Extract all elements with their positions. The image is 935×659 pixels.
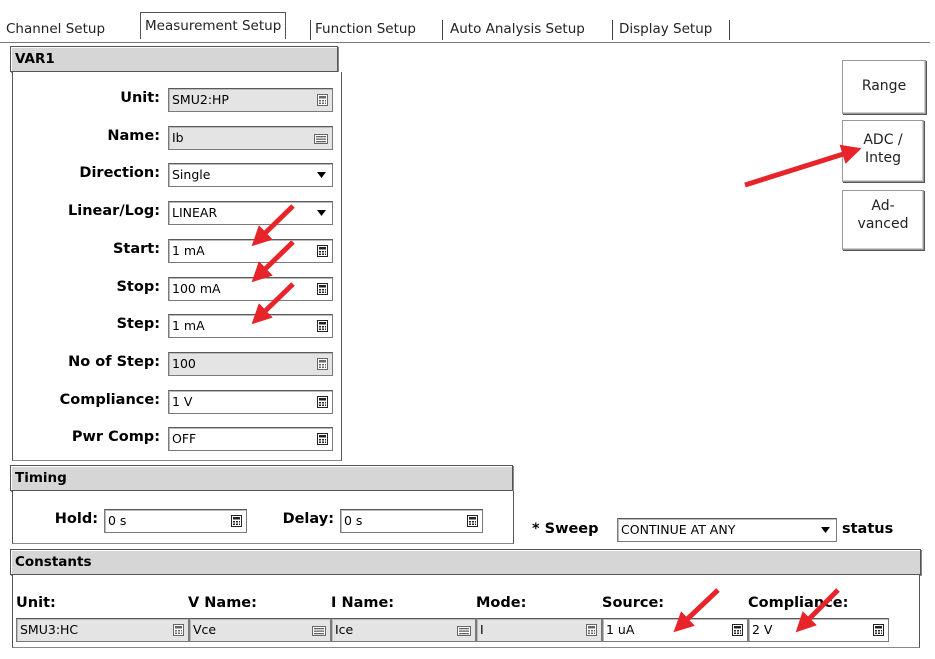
constants-source-value: 1 uA — [606, 622, 635, 637]
constants-header: Constants — [10, 549, 921, 575]
chevron-down-icon[interactable] — [817, 520, 835, 540]
advanced-button[interactable]: Ad- vanced — [842, 190, 924, 250]
tab-separator — [442, 20, 443, 40]
range-button-label: Range — [861, 78, 907, 94]
calculator-icon[interactable] — [317, 320, 328, 333]
constants-unit-field[interactable]: SMU3:HC — [16, 618, 189, 642]
var1-linear-log-value: LINEAR — [172, 205, 218, 221]
constants-v-name-field[interactable]: Vce — [189, 618, 331, 642]
tab-channel-setup[interactable]: Channel Setup — [6, 16, 105, 42]
chevron-down-icon[interactable] — [313, 203, 331, 224]
var1-name-field[interactable]: Ib — [168, 125, 333, 150]
keyboard-icon[interactable] — [312, 625, 326, 637]
tab-separator — [729, 20, 730, 40]
arrow-to-adc-integ — [744, 144, 862, 188]
sweep-status-dropdown[interactable]: CONTINUE AT ANY — [617, 518, 837, 542]
var1-start-label: Start: — [112, 240, 160, 257]
constants-header-i-name: I Name: — [331, 595, 395, 611]
var1-header: VAR1 — [10, 46, 338, 72]
var1-no-of-step-field[interactable]: 100 — [168, 351, 333, 376]
var1-pwr-comp-label: Pwr Comp: — [71, 429, 160, 446]
var1-step-label: Step: — [116, 316, 160, 333]
var1-compliance-value: 1 V — [172, 393, 193, 409]
var1-stop-value: 100 mA — [172, 280, 221, 296]
tab-separator — [310, 20, 311, 40]
calculator-icon[interactable] — [732, 624, 743, 636]
constants-source-field[interactable]: 1 uA — [602, 618, 748, 642]
keyboard-icon[interactable] — [314, 133, 328, 145]
tab-display-setup[interactable]: Display Setup — [619, 16, 712, 42]
range-button[interactable]: Range — [842, 60, 926, 114]
var1-compliance-field[interactable]: 1 V — [168, 389, 333, 414]
constants-i-name-value: Ice — [335, 622, 354, 637]
delay-field[interactable]: 0 s — [340, 509, 483, 533]
hold-label: Hold: — [54, 511, 98, 527]
var1-unit-label: Unit: — [120, 90, 160, 106]
tab-separator — [612, 20, 613, 40]
calculator-icon[interactable] — [586, 624, 597, 636]
calculator-icon[interactable] — [467, 515, 478, 527]
constants-v-name-value: Vce — [193, 622, 217, 637]
var1-stop-field[interactable]: 100 mA — [168, 276, 333, 301]
adc-integ-button[interactable]: ADC / Integ — [842, 120, 924, 182]
calculator-icon[interactable] — [873, 624, 884, 636]
var1-name-value: Ib — [172, 129, 184, 145]
calculator-icon[interactable] — [317, 433, 328, 446]
constants-compliance-value: 2 V — [752, 622, 773, 637]
var1-start-value: 1 mA — [172, 242, 205, 258]
adc-integ-button-label: ADC / Integ — [863, 132, 903, 166]
tab-bar: Channel Setup Measurement Setup Function… — [0, 8, 935, 42]
calculator-icon[interactable] — [173, 624, 184, 636]
delay-value: 0 s — [344, 513, 363, 528]
var1-linear-log-dropdown[interactable]: LINEAR — [168, 201, 333, 226]
delay-label: Delay: — [282, 511, 334, 527]
constants-i-name-field[interactable]: Ice — [331, 618, 476, 642]
var1-compliance-label: Compliance: — [59, 391, 160, 408]
calculator-icon[interactable] — [317, 282, 328, 295]
tab-measurement-setup[interactable]: Measurement Setup — [140, 12, 287, 39]
var1-unit-field[interactable]: SMU2:HP — [168, 88, 333, 112]
constants-mode-value: I — [480, 622, 484, 637]
var1-step-value: 1 mA — [172, 318, 205, 334]
constants-unit-value: SMU3:HC — [20, 622, 79, 637]
constants-compliance-field[interactable]: 2 V — [748, 618, 889, 642]
constants-header-source: Source: — [602, 595, 665, 611]
chevron-down-icon[interactable] — [313, 165, 331, 186]
var1-step-field[interactable]: 1 mA — [168, 314, 333, 339]
var1-direction-label: Direction: — [79, 165, 160, 182]
keyboard-icon[interactable] — [457, 625, 471, 637]
sweep-label: * Sweep — [532, 521, 599, 537]
tab-underline — [0, 42, 930, 43]
var1-direction-dropdown[interactable]: Single — [168, 163, 333, 188]
constants-mode-field[interactable]: I — [476, 618, 602, 642]
var1-no-of-step-value: 100 — [172, 355, 196, 371]
timing-header: Timing — [10, 465, 513, 491]
sweep-status-value: CONTINUE AT ANY — [621, 522, 736, 537]
status-label: status — [842, 521, 894, 537]
var1-pwr-comp-field[interactable]: OFF — [168, 427, 333, 452]
calculator-icon[interactable] — [231, 515, 242, 527]
calculator-icon[interactable] — [317, 244, 328, 257]
constants-header-mode: Mode: — [476, 595, 527, 611]
calculator-icon[interactable] — [317, 94, 328, 106]
var1-linear-log-label: Linear/Log: — [68, 203, 160, 220]
constants-header-compliance: Compliance: — [748, 595, 849, 611]
var1-name-label: Name: — [107, 127, 160, 144]
hold-field[interactable]: 0 s — [104, 509, 247, 533]
var1-pwr-comp-value: OFF — [172, 431, 197, 447]
tab-function-setup[interactable]: Function Setup — [315, 16, 416, 42]
var1-start-field[interactable]: 1 mA — [168, 238, 333, 263]
var1-unit-value: SMU2:HP — [172, 92, 229, 107]
hold-value: 0 s — [108, 513, 127, 528]
constants-header-unit: Unit: — [16, 595, 56, 611]
calculator-icon[interactable] — [317, 357, 328, 370]
constants-header-v-name: V Name: — [188, 595, 257, 611]
tab-auto-analysis-setup[interactable]: Auto Analysis Setup — [450, 16, 585, 42]
var1-stop-label: Stop: — [116, 278, 160, 295]
var1-no-of-step-label: No of Step: — [68, 353, 160, 370]
var1-direction-value: Single — [172, 167, 211, 183]
advanced-button-label: Ad- vanced — [857, 198, 909, 232]
calculator-icon[interactable] — [317, 395, 328, 408]
